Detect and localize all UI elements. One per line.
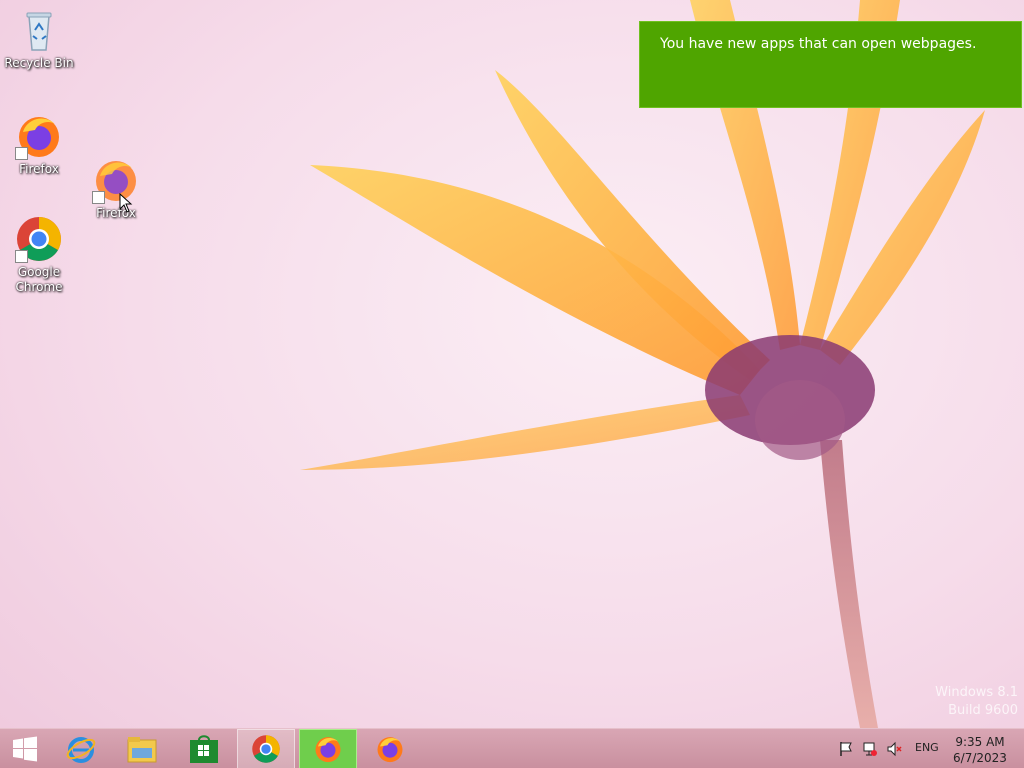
watermark-line: Windows 8.1 xyxy=(935,685,1018,700)
firefox-icon xyxy=(15,112,63,160)
volume-muted-icon[interactable] xyxy=(886,741,902,757)
google-chrome-shortcut-icon-item[interactable]: Google Chrome xyxy=(1,215,77,295)
taskbar: ENG 9:35 AM 6/7/2023 xyxy=(0,728,1024,768)
chrome-icon xyxy=(252,735,280,763)
shortcut-arrow-icon xyxy=(15,250,28,263)
clock-date: 6/7/2023 xyxy=(953,751,1007,765)
network-icon[interactable] xyxy=(862,741,878,757)
desktop-icon-label: Google Chrome xyxy=(15,265,63,294)
folder-icon xyxy=(127,737,157,763)
taskbar-store[interactable] xyxy=(175,729,233,768)
recycle-bin-icon-item[interactable]: Recycle Bin xyxy=(1,6,77,71)
input-language-indicator[interactable]: ENG xyxy=(915,741,939,754)
desktop-icon-label: Firefox xyxy=(19,162,59,176)
taskbar-google-chrome[interactable] xyxy=(237,729,295,768)
windows-logo-icon xyxy=(13,736,37,762)
start-button[interactable] xyxy=(0,729,50,768)
mouse-cursor-icon xyxy=(119,193,133,213)
firefox-shortcut-icon-item[interactable]: Firefox xyxy=(1,112,77,177)
toast-message: You have new apps that can open webpages… xyxy=(660,36,977,52)
shortcut-arrow-icon xyxy=(15,147,28,160)
firefox-icon xyxy=(377,737,403,763)
store-icon xyxy=(190,735,218,763)
notification-toast[interactable]: You have new apps that can open webpages… xyxy=(639,21,1022,108)
action-center-flag-icon[interactable] xyxy=(838,741,854,757)
taskbar-firefox-active[interactable] xyxy=(299,729,357,768)
windows-build-watermark: Windows 8.1 Build 9600 xyxy=(935,684,1018,720)
taskbar-internet-explorer[interactable] xyxy=(52,729,110,768)
shortcut-arrow-icon xyxy=(92,191,105,204)
desktop[interactable]: Recycle Bin Firefox Firefox Google Chrom… xyxy=(0,0,1024,768)
desktop-icon-label: Recycle Bin xyxy=(4,56,74,70)
firefox-shortcut-selected-icon-item[interactable]: Firefox xyxy=(78,156,154,221)
taskbar-firefox[interactable] xyxy=(361,729,419,768)
firefox-icon xyxy=(315,737,341,763)
system-clock[interactable]: 9:35 AM 6/7/2023 xyxy=(948,734,1012,766)
taskbar-file-explorer[interactable] xyxy=(113,729,171,768)
chrome-icon xyxy=(15,215,63,263)
clock-time: 9:35 AM xyxy=(955,735,1005,749)
watermark-line: Build 9600 xyxy=(948,703,1018,718)
wallpaper-flower xyxy=(300,0,985,728)
recycle-bin-icon xyxy=(15,6,63,54)
internet-explorer-icon xyxy=(66,737,96,763)
